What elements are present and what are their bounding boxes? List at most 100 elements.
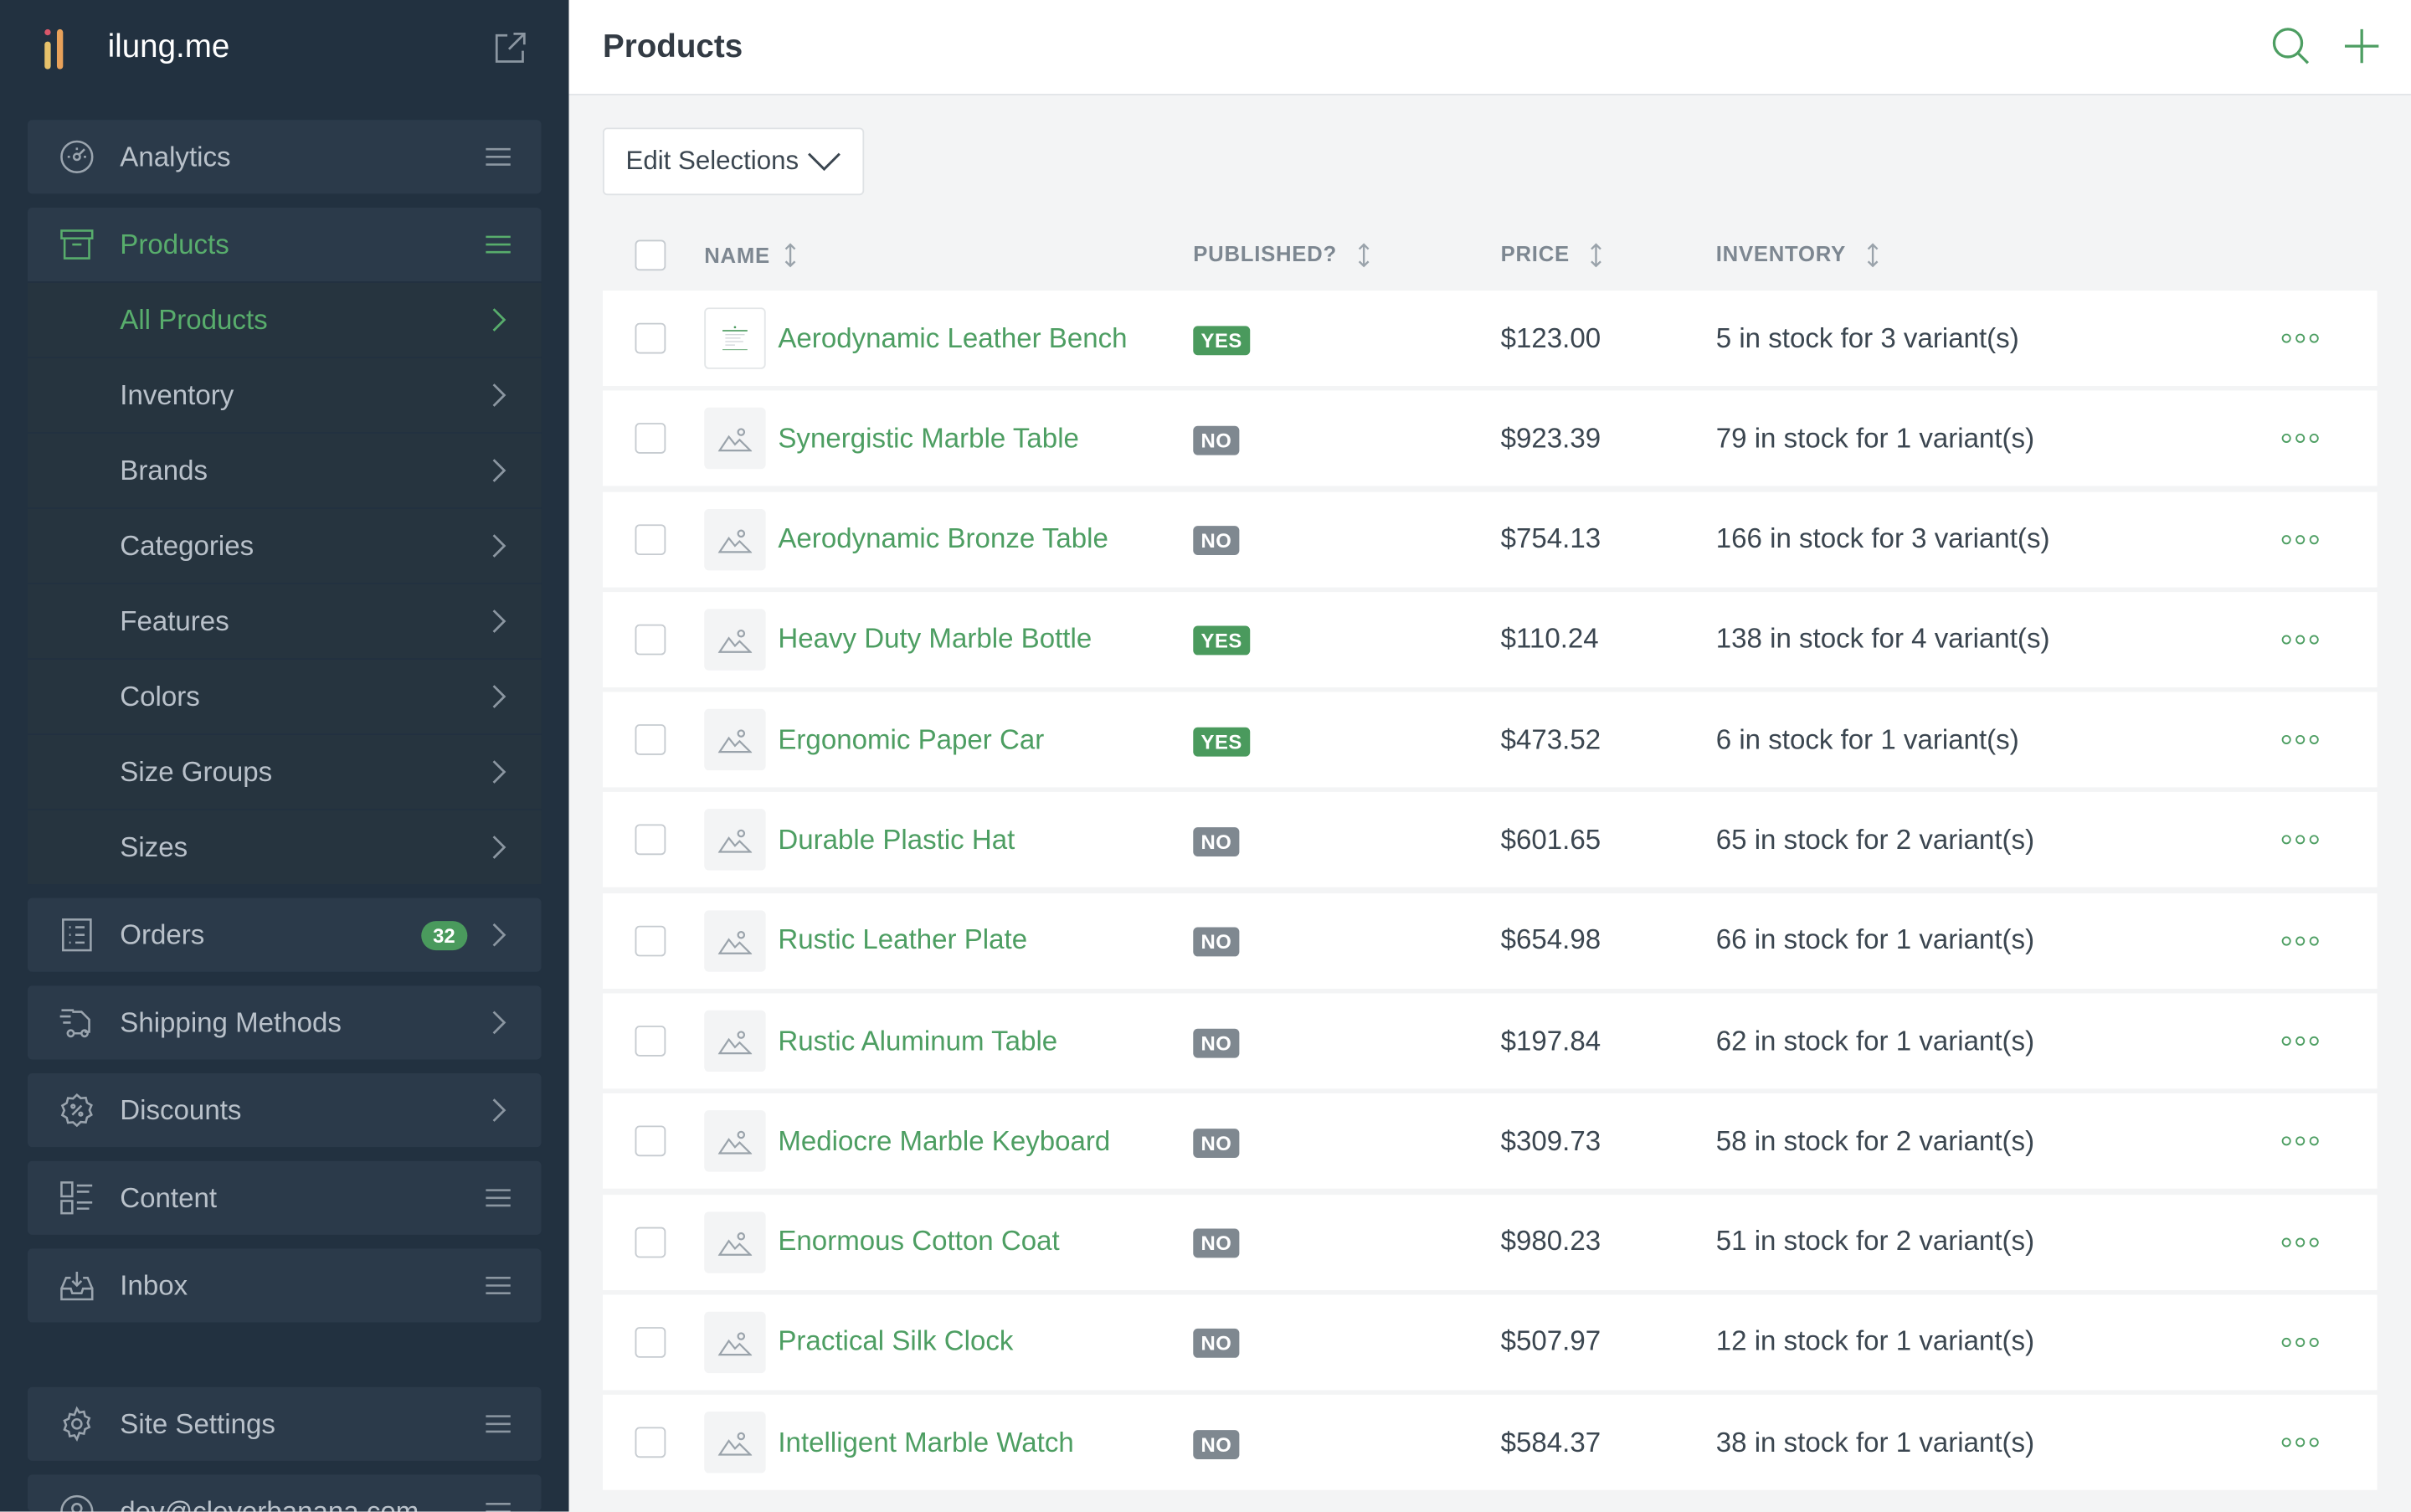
row-checkbox[interactable]	[635, 1427, 666, 1458]
sidebar-subitem-size-groups[interactable]: Size Groups	[28, 733, 542, 809]
sidebar-subitem-inventory[interactable]: Inventory	[28, 357, 542, 432]
sidebar-item-orders[interactable]: Orders 32	[28, 898, 541, 972]
more-options-icon[interactable]	[2281, 635, 2378, 645]
sidebar-subitem-features[interactable]: Features	[28, 583, 542, 658]
chevron-right-icon	[492, 760, 506, 784]
inbox-tray-icon	[60, 1271, 94, 1301]
product-name-link[interactable]: Heavy Duty Marble Bottle	[778, 624, 1092, 656]
product-name-link[interactable]: Intelligent Marble Watch	[778, 1427, 1073, 1459]
chevron-right-icon	[492, 1011, 506, 1035]
sidebar-item-shipping-methods[interactable]: Shipping Methods	[28, 985, 541, 1059]
more-options-icon[interactable]	[2281, 1137, 2378, 1147]
row-checkbox[interactable]	[635, 523, 666, 555]
table-row[interactable]: Enormous Cotton Coat NO $980.23 51 in st…	[602, 1194, 2378, 1290]
sidebar-item-inbox[interactable]: Inbox	[28, 1248, 541, 1322]
menu-lines-icon	[486, 1189, 511, 1207]
nav-group-products: Products All Products Inventory Brands C…	[28, 207, 542, 885]
more-options-icon[interactable]	[2281, 936, 2378, 946]
table-row[interactable]: Heavy Duty Marble Bottle YES $110.24 138…	[602, 591, 2378, 687]
published-badge: NO	[1193, 928, 1240, 957]
external-link-icon[interactable]	[492, 29, 529, 66]
product-name-link[interactable]: Enormous Cotton Coat	[778, 1226, 1059, 1258]
edit-selections-label: Edit Selections	[625, 146, 799, 176]
row-checkbox[interactable]	[635, 423, 666, 455]
more-options-icon[interactable]	[2281, 836, 2378, 846]
search-icon[interactable]	[2270, 24, 2312, 67]
product-name-link[interactable]: Synergistic Marble Table	[778, 423, 1079, 455]
row-checkbox[interactable]	[635, 1327, 666, 1358]
table-row[interactable]: Aerodynamic Bronze Table NO $754.13 166 …	[602, 491, 2378, 587]
sidebar-item-content[interactable]: Content	[28, 1161, 541, 1235]
table-row[interactable]: Mediocre Marble Keyboard NO $309.73 58 i…	[602, 1093, 2378, 1190]
column-header-name[interactable]: NAME	[704, 242, 1193, 267]
image-placeholder-icon	[717, 1432, 753, 1457]
table-body: Aerodynamic Leather Bench YES $123.00 5 …	[602, 291, 2378, 1491]
row-select-cell	[603, 322, 704, 354]
sidebar-item-account[interactable]: dev@cleverbanana.com	[28, 1474, 541, 1512]
table-row[interactable]: Practical Silk Clock NO $507.97 12 in st…	[602, 1294, 2378, 1391]
sidebar-subitem-brands[interactable]: Brands	[28, 432, 542, 507]
sidebar: ilung.me Analytics Products All Products…	[0, 0, 569, 1512]
column-header-published[interactable]: PUBLISHED?	[1193, 241, 1500, 268]
sidebar-item-analytics[interactable]: Analytics	[28, 120, 541, 193]
name-cell: Rustic Aluminum Table	[704, 1010, 1193, 1072]
row-checkbox[interactable]	[635, 825, 666, 856]
published-badge: NO	[1193, 827, 1240, 857]
sidebar-subitem-colors[interactable]: Colors	[28, 658, 542, 733]
product-name-link[interactable]: Aerodynamic Bronze Table	[778, 523, 1108, 556]
product-name-link[interactable]: Rustic Leather Plate	[778, 924, 1027, 957]
more-options-icon[interactable]	[2281, 735, 2378, 745]
more-options-icon[interactable]	[2281, 1036, 2378, 1047]
add-icon[interactable]	[2340, 24, 2383, 67]
more-options-icon[interactable]	[2281, 434, 2378, 444]
row-checkbox[interactable]	[635, 724, 666, 756]
table-row[interactable]: Intelligent Marble Watch NO $584.37 38 i…	[602, 1395, 2378, 1491]
more-options-icon[interactable]	[2281, 1237, 2378, 1247]
inventory-cell: 65 in stock for 2 variant(s)	[1715, 824, 2035, 856]
table-row[interactable]: Synergistic Marble Table NO $923.39 79 i…	[602, 391, 2378, 486]
table-row[interactable]: Rustic Aluminum Table NO $197.84 62 in s…	[602, 993, 2378, 1089]
more-options-icon[interactable]	[2281, 333, 2378, 343]
published-badge: NO	[1193, 1329, 1240, 1359]
product-name-link[interactable]: Mediocre Marble Keyboard	[778, 1125, 1110, 1158]
row-select-cell	[603, 1427, 704, 1458]
row-checkbox[interactable]	[635, 1026, 666, 1057]
price-cell: $507.97	[1500, 1326, 1601, 1357]
sidebar-item-site-settings[interactable]: Site Settings	[28, 1387, 541, 1461]
published-cell: NO	[1193, 824, 1500, 857]
inventory-cell: 51 in stock for 2 variant(s)	[1715, 1226, 2035, 1257]
table-row[interactable]: Rustic Leather Plate NO $654.98 66 in st…	[602, 892, 2378, 989]
sidebar-item-discounts[interactable]: Discounts	[28, 1073, 541, 1147]
inventory-cell: 38 in stock for 1 variant(s)	[1715, 1427, 2035, 1458]
product-thumbnail	[704, 809, 766, 872]
inventory-cell: 6 in stock for 1 variant(s)	[1715, 723, 2019, 755]
select-all-checkbox[interactable]	[635, 239, 666, 270]
row-checkbox[interactable]	[635, 925, 666, 957]
sidebar-subitem-all-products[interactable]: All Products	[28, 281, 542, 357]
product-name-link[interactable]: Rustic Aluminum Table	[778, 1025, 1057, 1057]
column-header-inventory[interactable]: INVENTORY	[1716, 241, 2282, 268]
product-name-link[interactable]: Aerodynamic Leather Bench	[778, 322, 1127, 355]
edit-selections-dropdown[interactable]: Edit Selections	[602, 127, 866, 196]
product-name-link[interactable]: Practical Silk Clock	[778, 1326, 1013, 1359]
sidebar-subitem-categories[interactable]: Categories	[28, 507, 542, 583]
more-options-icon[interactable]	[2281, 1337, 2378, 1347]
image-placeholder-icon	[717, 1332, 753, 1356]
product-name-link[interactable]: Ergonomic Paper Car	[778, 724, 1044, 757]
row-checkbox[interactable]	[635, 1126, 666, 1157]
column-header-price[interactable]: PRICE	[1501, 241, 1716, 268]
published-cell: NO	[1193, 1427, 1500, 1459]
table-row[interactable]: Durable Plastic Hat NO $601.65 65 in sto…	[602, 792, 2378, 888]
row-checkbox[interactable]	[635, 322, 666, 354]
row-checkbox[interactable]	[635, 1227, 666, 1257]
sidebar-subitem-sizes[interactable]: Sizes	[28, 809, 542, 884]
published-cell: YES	[1193, 624, 1500, 656]
name-cell: Enormous Cotton Coat	[704, 1211, 1193, 1273]
sidebar-item-products[interactable]: Products	[28, 208, 541, 281]
more-options-icon[interactable]	[2281, 1437, 2378, 1448]
row-checkbox[interactable]	[635, 624, 666, 656]
more-options-icon[interactable]	[2281, 534, 2378, 544]
product-name-link[interactable]: Durable Plastic Hat	[778, 824, 1015, 856]
table-row[interactable]: Ergonomic Paper Car YES $473.52 6 in sto…	[602, 692, 2378, 788]
table-row[interactable]: Aerodynamic Leather Bench YES $123.00 5 …	[602, 291, 2378, 387]
